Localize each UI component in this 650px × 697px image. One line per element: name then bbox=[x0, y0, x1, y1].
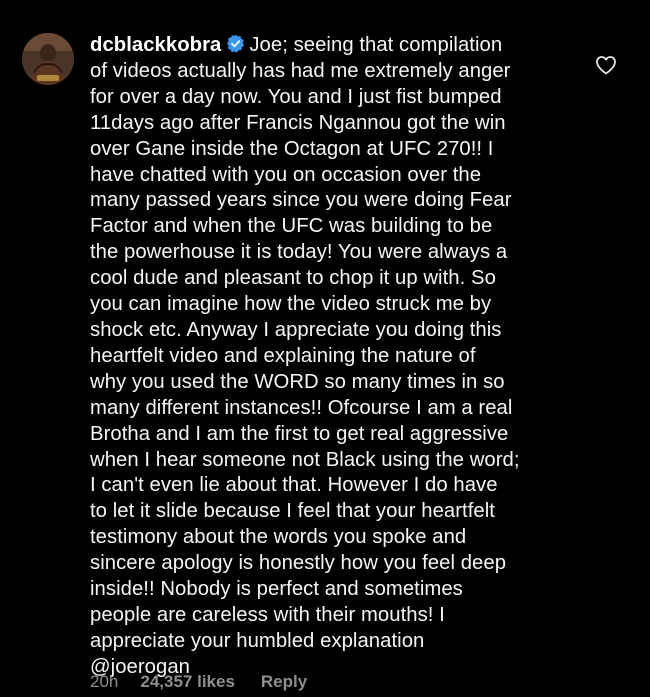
avatar[interactable] bbox=[22, 33, 74, 85]
comment-text: Joe; seeing that compilation of videos a… bbox=[90, 34, 520, 678]
likes-count[interactable]: 24,357 likes bbox=[140, 672, 235, 692]
verified-badge-icon bbox=[227, 34, 245, 53]
reply-button[interactable]: Reply bbox=[261, 672, 307, 692]
comment-body: dcblackkobra Joe; seeing that compilation… bbox=[90, 33, 590, 681]
avatar-image bbox=[22, 33, 74, 85]
heart-outline-icon[interactable] bbox=[594, 53, 618, 77]
comment-username[interactable]: dcblackkobra bbox=[90, 34, 221, 56]
comment-timestamp: 20h bbox=[90, 672, 119, 691]
comment-footer: 20h 24,357 likes Reply bbox=[90, 672, 307, 692]
